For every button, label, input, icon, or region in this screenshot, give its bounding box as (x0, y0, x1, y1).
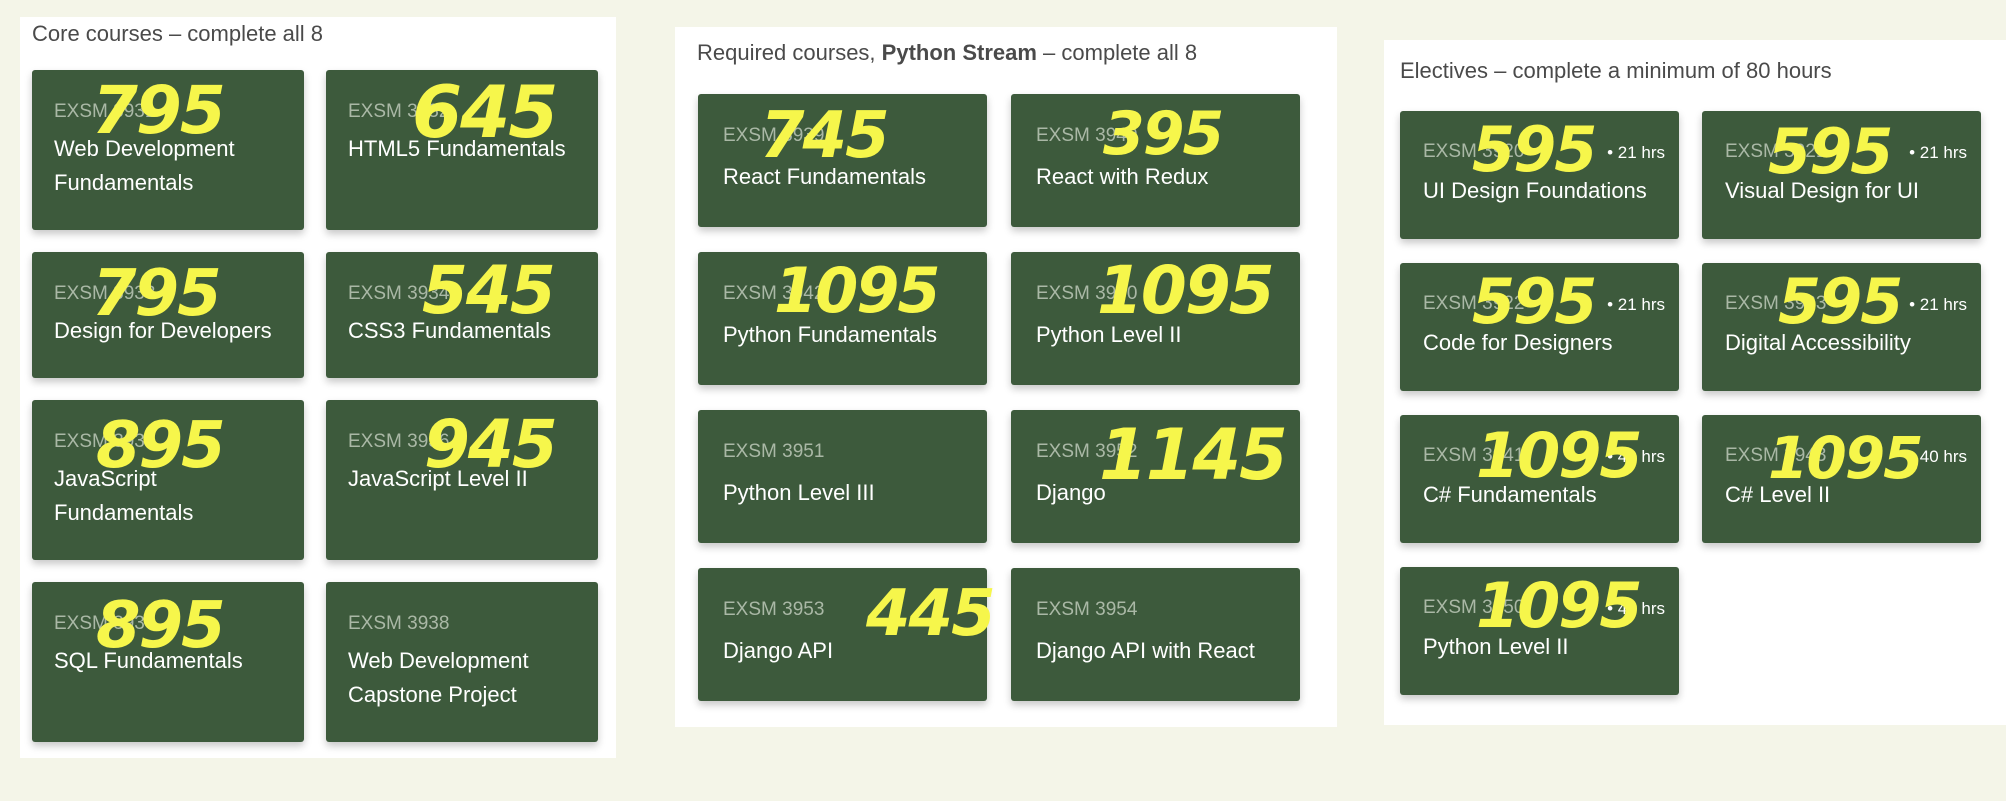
course-card[interactable]: EXSM 3943 • 40 hrs C# Level II 1095 (1702, 415, 1981, 543)
course-card[interactable]: EXSM 3942 Python Fundamentals 1095 (698, 252, 987, 385)
course-name: Python Level III (723, 480, 875, 505)
course-hours: • 21 hrs (1607, 295, 1665, 314)
course-code: EXSM 3937 (54, 613, 156, 634)
course-hours: • 21 hrs (1909, 295, 1967, 314)
course-name: CSS3 Fundamentals (348, 318, 551, 343)
course-card[interactable]: EXSM 3941 • 40 hrs C# Fundamentals 1095 (1400, 415, 1679, 543)
course-code: EXSM 3934 (348, 283, 450, 304)
course-card[interactable]: EXSM 3938 Web Development Capstone Proje… (326, 582, 598, 742)
course-name: Code for Designers (1423, 330, 1613, 355)
course-code: EXSM 3922 (1423, 293, 1525, 314)
course-name: C# Level II (1725, 482, 1831, 507)
course-card[interactable]: EXSM 3933 Design for Developers 795 (32, 252, 304, 378)
course-card[interactable]: EXSM 3931 Web Development Fundamentals 7… (32, 70, 304, 230)
course-code: EXSM 3950 (1423, 597, 1525, 618)
course-code: EXSM 3943 (1725, 445, 1827, 466)
core-courses-title: Core courses – complete all 8 (32, 21, 324, 46)
course-card[interactable]: EXSM 3934 CSS3 Fundamentals 545 (326, 252, 598, 378)
course-hours: • 40 hrs (1607, 599, 1665, 618)
course-card[interactable]: EXSM 3936 JavaScript Level II 945 (326, 400, 598, 560)
course-hours: • 21 hrs (1607, 143, 1665, 162)
course-name: Visual Design for UI (1725, 178, 1920, 203)
course-name: Web Development Capstone Project (348, 648, 529, 707)
electives-panel: Electives – complete a minimum of 80 hou… (1384, 40, 2006, 725)
title-stream-name: Python Stream (881, 40, 1037, 65)
course-card[interactable]: EXSM 3921 • 21 hrs Visual Design for UI … (1702, 111, 1981, 239)
course-name: SQL Fundamentals (54, 648, 243, 673)
core-courses-panel: Core courses – complete all 8 EXSM 3931 … (20, 17, 616, 758)
course-code: EXSM 3935 (54, 431, 156, 452)
course-card[interactable]: EXSM 3920 • 21 hrs UI Design Foundations… (1400, 111, 1679, 239)
course-code: EXSM 3931 (54, 101, 156, 122)
course-name: Web Development Fundamentals (54, 136, 235, 195)
course-card[interactable]: EXSM 3922 • 21 hrs Code for Designers 59… (1400, 263, 1679, 391)
title-suffix: – complete all 8 (1036, 40, 1198, 65)
title-prefix: Required courses, (697, 40, 882, 65)
course-name: Digital Accessibility (1725, 330, 1911, 355)
course-name: Python Level II (1423, 634, 1569, 659)
course-name: React with Redux (1036, 164, 1209, 189)
course-code: EXSM 3953 (723, 599, 825, 620)
course-code: EXSM 3939 (723, 125, 825, 146)
course-name: Python Fundamentals (723, 322, 938, 347)
course-card[interactable]: EXSM 3950 Python Level II 1095 (1011, 252, 1300, 385)
course-code: EXSM 3942 (723, 283, 825, 304)
course-card[interactable]: EXSM 3932 HTML5 Fundamentals 645 (326, 70, 598, 230)
course-card[interactable]: EXSM 3935 JavaScript Fundamentals 895 (32, 400, 304, 560)
course-name: HTML5 Fundamentals (348, 136, 566, 161)
electives-title: Electives – complete a minimum of 80 hou… (1400, 58, 1832, 83)
course-name: Django API with React (1036, 638, 1255, 663)
course-card[interactable]: EXSM 3939 React Fundamentals 745 (698, 94, 987, 227)
course-name: Design for Developers (54, 318, 272, 343)
course-card[interactable]: EXSM 3954 Django API with React (1011, 568, 1300, 701)
course-code: EXSM 3923 (1725, 293, 1827, 314)
course-name: UI Design Foundations (1423, 178, 1647, 203)
course-name: Python Level II (1036, 322, 1182, 347)
course-name: JavaScript Level II (348, 466, 528, 491)
course-card[interactable]: EXSM 3923 • 21 hrs Digital Accessibility… (1702, 263, 1981, 391)
course-hours: • 21 hrs (1909, 143, 1967, 162)
course-code: EXSM 3951 (723, 441, 825, 462)
course-code: EXSM 3940 (1036, 125, 1138, 146)
course-code: EXSM 3950 (1036, 283, 1138, 304)
course-code: EXSM 3932 (348, 101, 450, 122)
course-code: EXSM 3954 (1036, 599, 1138, 620)
course-card[interactable]: EXSM 3950 • 40 hrs Python Level II 1095 (1400, 567, 1679, 695)
course-card[interactable]: EXSM 3951 Python Level III (698, 410, 987, 543)
course-name: JavaScript Fundamentals (54, 466, 194, 525)
course-name: Django API (723, 638, 834, 663)
course-card[interactable]: EXSM 3940 React with Redux 395 (1011, 94, 1300, 227)
course-hours: • 40 hrs (1607, 447, 1665, 466)
course-card[interactable]: EXSM 3937 SQL Fundamentals 895 (32, 582, 304, 742)
course-code: EXSM 3938 (348, 613, 450, 634)
course-name: C# Fundamentals (1423, 482, 1597, 507)
python-stream-panel: Required courses, Python Stream – comple… (675, 27, 1337, 727)
course-name: React Fundamentals (723, 164, 926, 189)
course-code: EXSM 3921 (1725, 141, 1827, 162)
course-code: EXSM 3952 (1036, 441, 1138, 462)
course-code: EXSM 3933 (54, 283, 156, 304)
python-stream-title: Required courses, Python Stream – comple… (697, 40, 1197, 66)
course-name: Django (1036, 480, 1106, 505)
course-code: EXSM 3920 (1423, 141, 1525, 162)
course-code: EXSM 3936 (348, 431, 450, 452)
course-code: EXSM 3941 (1423, 445, 1525, 466)
course-card[interactable]: EXSM 3953 Django API 445 (698, 568, 996, 701)
course-card[interactable]: EXSM 3952 Django 1145 (1011, 410, 1300, 543)
course-hours: • 40 hrs (1909, 447, 1967, 466)
